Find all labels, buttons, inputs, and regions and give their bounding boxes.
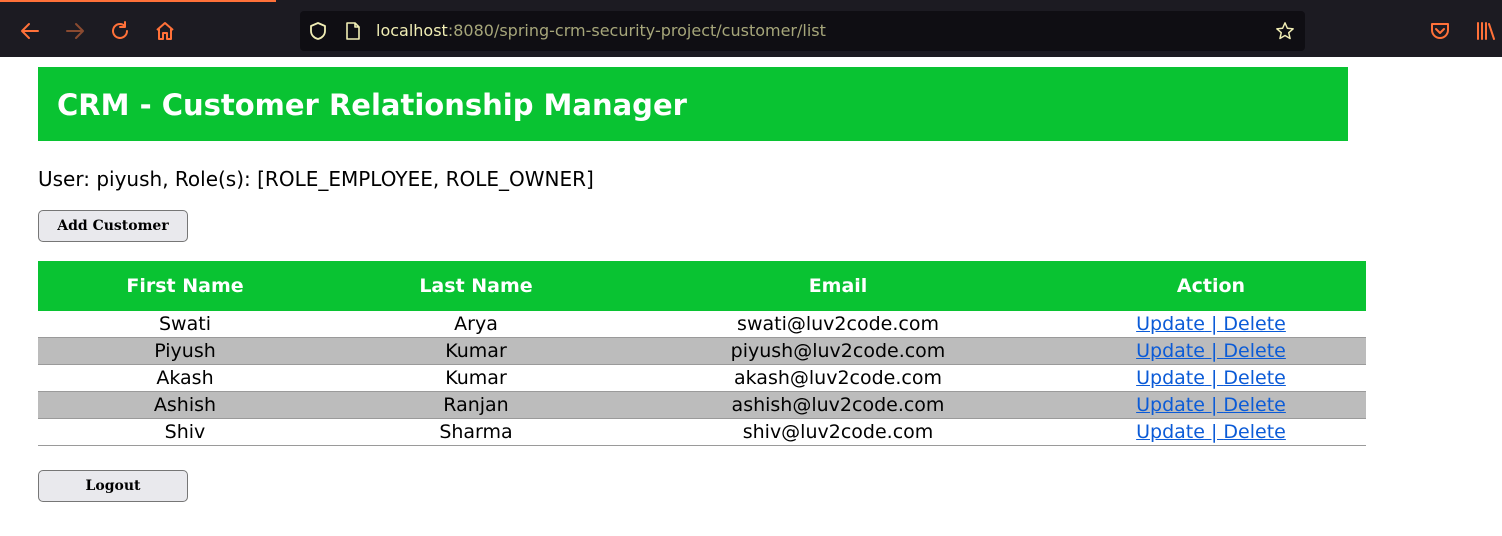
update-link[interactable]: Update: [1136, 340, 1205, 362]
cell-action: Update | Delete: [1056, 418, 1366, 446]
delete-link[interactable]: Delete: [1223, 421, 1285, 443]
home-button[interactable]: [151, 17, 179, 45]
cell-email: swati@luv2code.com: [620, 311, 1056, 338]
home-icon: [156, 22, 174, 40]
active-tab-indicator: [0, 0, 276, 2]
delete-link[interactable]: Delete: [1223, 367, 1285, 389]
cell-first-name: Swati: [38, 311, 332, 338]
shield-icon[interactable]: [308, 21, 328, 41]
back-button[interactable]: [16, 17, 44, 45]
cell-first-name: Piyush: [38, 337, 332, 365]
customer-table: First Name Last Name Email Action Swati …: [38, 261, 1366, 446]
forward-button[interactable]: [61, 17, 89, 45]
cell-email: ashish@luv2code.com: [620, 391, 1056, 419]
table-row: Shiv Sharma shiv@luv2code.com Update | D…: [38, 418, 1366, 446]
cell-last-name: Arya: [332, 311, 620, 338]
update-link[interactable]: Update: [1136, 367, 1205, 389]
address-bar[interactable]: localhost:8080/spring-crm-security-proje…: [300, 11, 1305, 51]
table-row: Swati Arya swati@luv2code.com Update | D…: [38, 311, 1366, 338]
column-header-last-name: Last Name: [332, 261, 620, 311]
star-icon: [1276, 22, 1294, 40]
table-row: Akash Kumar akash@luv2code.com Update | …: [38, 364, 1366, 392]
page-icon[interactable]: [343, 21, 363, 41]
link-separator: |: [1204, 340, 1224, 362]
cell-first-name: Akash: [38, 364, 332, 392]
back-icon: [21, 23, 39, 39]
cell-last-name: Kumar: [332, 364, 620, 392]
page-title: CRM - Customer Relationship Manager: [57, 88, 687, 122]
cell-email: akash@luv2code.com: [620, 364, 1056, 392]
url-path: :8080/spring-crm-security-project/custom…: [447, 21, 826, 40]
update-link[interactable]: Update: [1136, 421, 1205, 443]
library-button[interactable]: [1472, 17, 1500, 45]
table-row: Piyush Kumar piyush@luv2code.com Update …: [38, 337, 1366, 365]
pocket-button[interactable]: [1426, 17, 1454, 45]
link-separator: |: [1204, 394, 1224, 416]
reload-button[interactable]: [106, 17, 134, 45]
delete-link[interactable]: Delete: [1223, 340, 1285, 362]
logout-button[interactable]: Logout: [38, 470, 188, 502]
reload-icon: [112, 21, 128, 39]
cell-email: shiv@luv2code.com: [620, 418, 1056, 446]
cell-email: piyush@luv2code.com: [620, 337, 1056, 365]
cell-action: Update | Delete: [1056, 311, 1366, 338]
column-header-action: Action: [1056, 261, 1366, 311]
cell-action: Update | Delete: [1056, 337, 1366, 365]
cell-last-name: Ranjan: [332, 391, 620, 419]
update-link[interactable]: Update: [1136, 394, 1205, 416]
cell-first-name: Ashish: [38, 391, 332, 419]
delete-link[interactable]: Delete: [1223, 394, 1285, 416]
forward-icon: [66, 23, 84, 39]
add-customer-button[interactable]: Add Customer: [38, 210, 188, 242]
bookmark-star-button[interactable]: [1275, 21, 1295, 41]
page-header: CRM - Customer Relationship Manager: [38, 67, 1348, 141]
table-header-row: First Name Last Name Email Action: [38, 261, 1366, 311]
library-icon: [1477, 22, 1495, 40]
user-info: User: piyush, Role(s): [ROLE_EMPLOYEE, R…: [38, 167, 594, 191]
link-separator: |: [1204, 313, 1224, 335]
url-host: localhost: [376, 21, 448, 40]
cell-last-name: Kumar: [332, 337, 620, 365]
cell-last-name: Sharma: [332, 418, 620, 446]
column-header-first-name: First Name: [38, 261, 332, 311]
update-link[interactable]: Update: [1136, 313, 1205, 335]
link-separator: |: [1204, 367, 1224, 389]
cell-first-name: Shiv: [38, 418, 332, 446]
column-header-email: Email: [620, 261, 1056, 311]
link-separator: |: [1204, 421, 1224, 443]
pocket-icon: [1431, 23, 1449, 39]
delete-link[interactable]: Delete: [1223, 313, 1285, 335]
cell-action: Update | Delete: [1056, 364, 1366, 392]
browser-toolbar: localhost:8080/spring-crm-security-proje…: [0, 0, 1502, 57]
url-text[interactable]: localhost:8080/spring-crm-security-proje…: [376, 21, 826, 41]
cell-action: Update | Delete: [1056, 391, 1366, 419]
table-row: Ashish Ranjan ashish@luv2code.com Update…: [38, 391, 1366, 419]
